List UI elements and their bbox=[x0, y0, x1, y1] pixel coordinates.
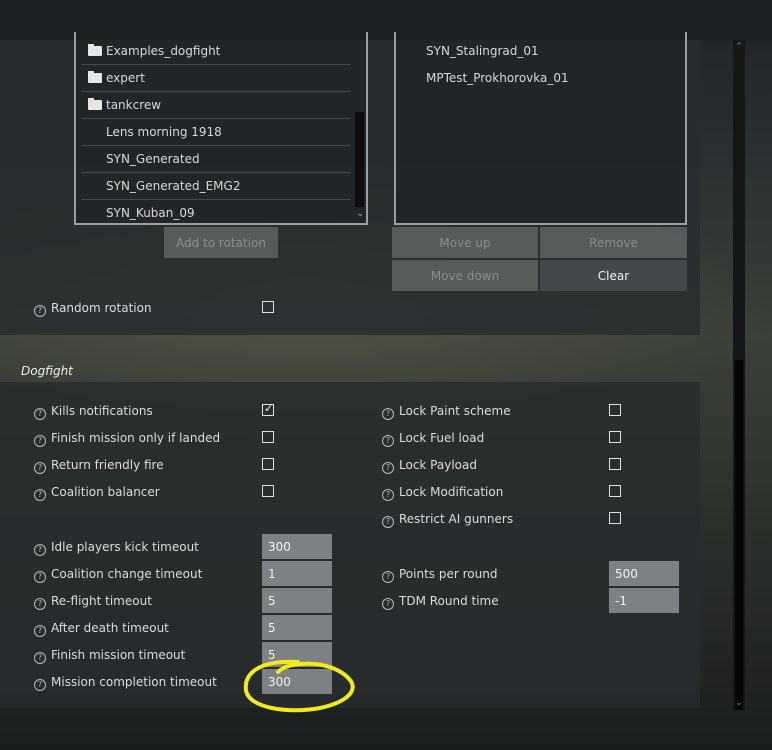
lock-fuel-load-checkbox[interactable] bbox=[609, 431, 621, 443]
move-down-button[interactable]: Move down bbox=[392, 260, 538, 291]
lock-modification-checkbox[interactable] bbox=[609, 485, 621, 497]
chevron-down-icon[interactable]: ⌄ bbox=[356, 209, 364, 219]
chevron-down-icon[interactable]: ⌄ bbox=[733, 698, 745, 708]
lock-paint-scheme-label: ? Lock Paint scheme bbox=[382, 404, 511, 420]
move-up-button[interactable]: Move up bbox=[392, 227, 538, 258]
help-icon[interactable]: ? bbox=[382, 571, 394, 583]
help-icon[interactable]: ? bbox=[382, 435, 394, 447]
coalition-balancer-label: ? Coalition balancer bbox=[34, 485, 160, 501]
list-item[interactable]: MPTest_Prokhorovka_01 bbox=[402, 64, 669, 91]
help-icon[interactable]: ? bbox=[34, 305, 46, 317]
list-item[interactable]: SYN_Generated bbox=[82, 145, 350, 173]
scrollbar-thumb[interactable] bbox=[735, 360, 743, 710]
coalition-change-timeout-label: ? Coalition change timeout bbox=[34, 567, 202, 583]
help-icon[interactable]: ? bbox=[382, 598, 394, 610]
map-list[interactable]: Examples_dogfight expert tankcrew Lens m… bbox=[74, 32, 368, 225]
list-item[interactable]: Examples_dogfight bbox=[82, 37, 350, 65]
lock-paint-scheme-checkbox[interactable] bbox=[609, 404, 621, 416]
help-icon[interactable]: ? bbox=[34, 435, 46, 447]
return-friendly-fire-label: ? Return friendly fire bbox=[34, 458, 164, 474]
list-item[interactable]: expert bbox=[82, 64, 350, 92]
list-item[interactable]: Lens morning 1918 bbox=[82, 118, 350, 146]
add-to-rotation-button[interactable]: Add to rotation bbox=[164, 227, 278, 258]
help-icon[interactable]: ? bbox=[382, 408, 394, 420]
help-icon[interactable]: ? bbox=[382, 516, 394, 528]
help-icon[interactable]: ? bbox=[34, 408, 46, 420]
tdm-round-time-input[interactable]: -1 bbox=[609, 588, 679, 613]
kills-notifications-checkbox[interactable]: ✓ bbox=[262, 402, 274, 416]
return-friendly-fire-checkbox[interactable] bbox=[262, 458, 274, 470]
lock-modification-label: ? Lock Modification bbox=[382, 485, 503, 501]
help-icon[interactable]: ? bbox=[382, 489, 394, 501]
restrict-ai-gunners-checkbox[interactable] bbox=[609, 512, 621, 524]
folder-icon bbox=[88, 44, 102, 56]
help-icon[interactable]: ? bbox=[34, 625, 46, 637]
tdm-round-time-label: ? TDM Round time bbox=[382, 594, 499, 610]
restrict-ai-gunners-label: ? Restrict AI gunners bbox=[382, 512, 513, 528]
remove-button[interactable]: Remove bbox=[540, 227, 687, 258]
map-list-scrollbar[interactable] bbox=[355, 112, 364, 207]
after-death-timeout-input[interactable]: 5 bbox=[262, 615, 332, 640]
checkmark-icon: ✓ bbox=[264, 402, 274, 415]
list-item[interactable]: SYN_Generated_EMG2 bbox=[82, 172, 350, 200]
reflight-timeout-label: ? Re-flight timeout bbox=[34, 594, 152, 610]
finish-mission-timeout-label: ? Finish mission timeout bbox=[34, 648, 185, 664]
help-icon[interactable]: ? bbox=[34, 462, 46, 474]
list-item[interactable]: tankcrew bbox=[82, 91, 350, 119]
clear-button[interactable]: Clear bbox=[540, 260, 687, 291]
points-per-round-label: ? Points per round bbox=[382, 567, 497, 583]
points-per-round-input[interactable]: 500 bbox=[609, 561, 679, 586]
after-death-timeout-label: ? After death timeout bbox=[34, 621, 169, 637]
help-icon[interactable]: ? bbox=[34, 679, 46, 691]
mission-completion-timeout-label: ? Mission completion timeout bbox=[34, 675, 217, 691]
coalition-change-timeout-input[interactable]: 1 bbox=[262, 561, 332, 586]
help-icon[interactable]: ? bbox=[34, 652, 46, 664]
random-rotation-label: ? Random rotation bbox=[34, 301, 152, 317]
idle-kick-timeout-input[interactable]: 300 bbox=[262, 534, 332, 559]
section-title-dogfight: Dogfight bbox=[21, 364, 73, 378]
finish-mission-landed-checkbox[interactable] bbox=[262, 431, 274, 443]
help-icon[interactable]: ? bbox=[34, 598, 46, 610]
help-icon[interactable]: ? bbox=[34, 571, 46, 583]
lock-payload-label: ? Lock Payload bbox=[382, 458, 477, 474]
finish-mission-landed-label: ? Finish mission only if landed bbox=[34, 431, 220, 447]
folder-icon bbox=[88, 98, 102, 110]
random-rotation-checkbox[interactable] bbox=[262, 301, 274, 313]
kills-notifications-label: ? Kills notifications bbox=[34, 404, 153, 420]
help-icon[interactable]: ? bbox=[34, 544, 46, 556]
lock-fuel-load-label: ? Lock Fuel load bbox=[382, 431, 484, 447]
list-item[interactable]: SYN_Stalingrad_01 bbox=[402, 37, 669, 64]
folder-icon bbox=[88, 71, 102, 83]
list-item[interactable]: SYN_Kuban_09 bbox=[82, 199, 350, 223]
rotation-list[interactable]: SYN_Stalingrad_01 MPTest_Prokhorovka_01 bbox=[394, 32, 687, 225]
help-icon[interactable]: ? bbox=[382, 462, 394, 474]
help-icon[interactable]: ? bbox=[34, 489, 46, 501]
coalition-balancer-checkbox[interactable] bbox=[262, 485, 274, 497]
highlight-annotation bbox=[243, 659, 355, 713]
page-scrollbar[interactable]: ⌃ ⌄ bbox=[733, 40, 745, 710]
lock-payload-checkbox[interactable] bbox=[609, 458, 621, 470]
chevron-up-icon[interactable]: ⌃ bbox=[733, 42, 745, 52]
idle-kick-timeout-label: ? Idle players kick timeout bbox=[34, 540, 199, 556]
reflight-timeout-input[interactable]: 5 bbox=[262, 588, 332, 613]
